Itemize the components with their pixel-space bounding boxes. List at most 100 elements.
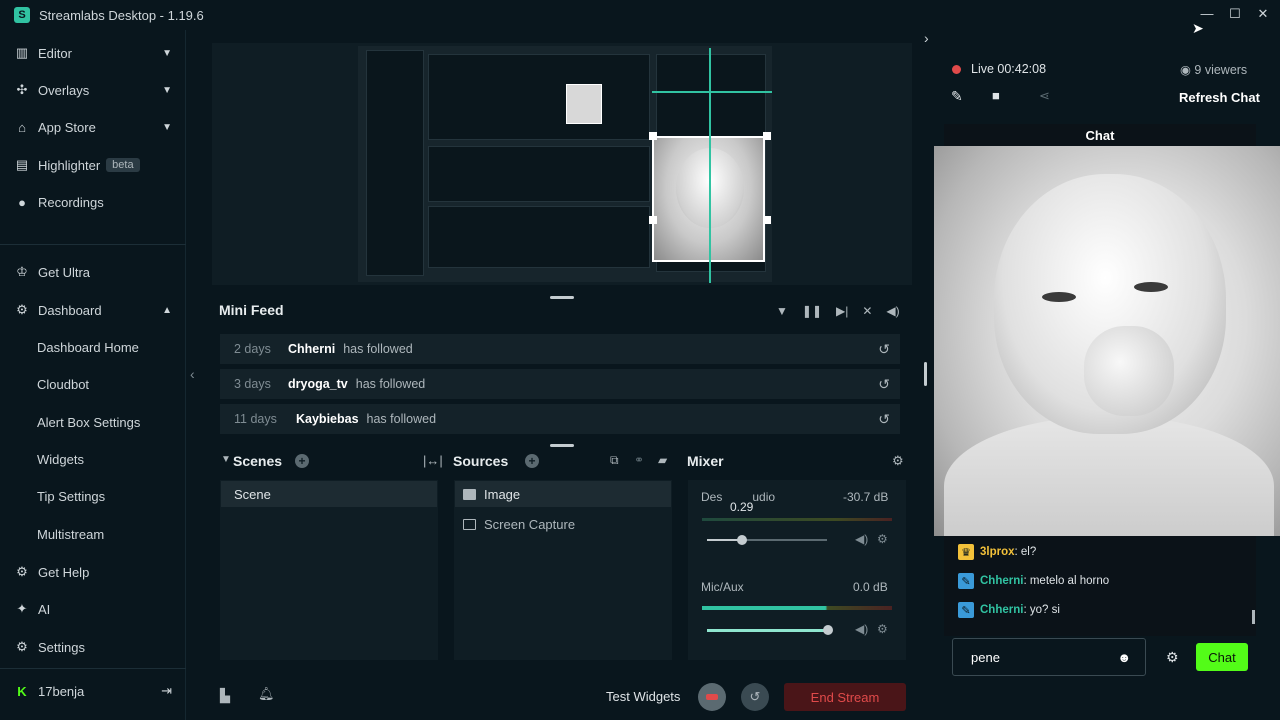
notifications-icon[interactable]: 🔔︎ (258, 686, 275, 702)
sidebar-item-dashboard[interactable]: ⚙ Dashboard ▲ (0, 295, 186, 325)
refresh-chat-button[interactable]: Refresh Chat (1179, 90, 1260, 105)
sidebar-sub-cloudbot[interactable]: Cloudbot (0, 370, 186, 398)
replay-icon[interactable]: ↺ (878, 376, 890, 393)
feed-action: has followed (355, 377, 426, 391)
collapse-sidebar-icon[interactable]: ‹ (190, 366, 195, 382)
pause-icon[interactable]: ❚❚ (802, 304, 822, 318)
resize-handle[interactable] (649, 216, 657, 224)
resize-handle[interactable] (649, 132, 657, 140)
add-source-icon[interactable]: + (525, 454, 539, 468)
source-link-icon[interactable]: ⚭ (634, 453, 644, 467)
chat-text: yo? si (1029, 604, 1060, 616)
chat-username[interactable]: 3lprox (980, 546, 1015, 558)
sidebar-user[interactable]: K 17benja ⇥ (0, 676, 186, 706)
chat-text: el? (1020, 546, 1037, 558)
feed-toolbar: ▼ ❚❚ ▶| ✕ ◀) (776, 304, 900, 318)
expand-chat-icon[interactable]: › (924, 30, 929, 46)
sidebar-sub-widgets[interactable]: Widgets (0, 445, 186, 473)
sidebar-item-label: AI (38, 601, 51, 617)
volume-slider-knob[interactable] (823, 625, 833, 635)
scenes-chevron-icon[interactable]: ▼ (221, 454, 231, 465)
volume-tooltip: 0.29 (730, 500, 754, 514)
sidebar-item-get-help[interactable]: ⚙ Get Help (0, 557, 186, 587)
channel-settings-icon[interactable]: ⚙ (877, 532, 888, 546)
source-item-image[interactable]: Image (455, 481, 671, 507)
sidebar-item-get-ultra[interactable]: ♔ Get Ultra (0, 257, 186, 287)
skip-icon[interactable]: ▶| (836, 304, 848, 318)
replay-icon[interactable]: ↺ (878, 411, 890, 428)
filter-icon[interactable]: ▼ (776, 304, 788, 318)
source-item-screen-capture[interactable]: Screen Capture (455, 511, 671, 537)
scene-item[interactable]: Scene (221, 481, 437, 507)
chat-message: ✎ Chherni: yo? si (958, 602, 1060, 618)
panel-drag-handle[interactable] (550, 444, 574, 447)
volume-slider-knob[interactable] (737, 535, 747, 545)
sidebar-item-label: Overlays (38, 82, 90, 98)
baby-body (944, 416, 1274, 536)
sidebar-item-recordings[interactable]: ● Recordings (0, 187, 186, 217)
sources-title: Sources (453, 453, 509, 469)
ai-icon: ✦ (16, 601, 28, 616)
panel-drag-handle[interactable] (550, 296, 574, 299)
sidebar-item-editor[interactable]: ▥ Editor ▼ (0, 38, 186, 68)
chat-message: ♛ 3lprox: el? (958, 544, 1036, 560)
mute-alerts-icon[interactable]: ✕ (862, 304, 872, 318)
resize-handle[interactable] (763, 216, 771, 224)
stats-icon[interactable]: ▙ (220, 688, 230, 704)
mixer-channel-db: -30.7 dB (843, 490, 889, 504)
scene-transitions-icon[interactable]: |↔| (423, 453, 443, 468)
video-icon[interactable]: ■ (992, 88, 1000, 103)
speaker-icon[interactable]: ◀) (855, 532, 868, 546)
volume-icon[interactable]: ◀) (886, 304, 899, 318)
sidebar-item-settings[interactable]: ⚙ Settings (0, 632, 186, 662)
emoji-icon[interactable]: ☻ (1117, 650, 1131, 665)
chat-settings-icon[interactable]: ⚙ (1166, 649, 1179, 666)
mixer-settings-icon[interactable]: ⚙ (892, 453, 904, 469)
speaker-icon[interactable]: ◀) (855, 622, 868, 636)
replay-icon[interactable]: ↺ (878, 341, 890, 358)
feed-action: has followed (343, 342, 413, 356)
sidebar-item-label: Editor (38, 45, 72, 61)
sidebar-sub-multistream[interactable]: Multistream (0, 520, 186, 548)
chevron-down-icon: ▼ (162, 47, 172, 59)
sidebar-item-overlays[interactable]: ✣ Overlays ▼ (0, 75, 186, 105)
add-scene-icon[interactable]: + (295, 454, 309, 468)
end-stream-button[interactable]: End Stream (784, 683, 906, 711)
share-icon[interactable]: ⋖ (1039, 88, 1050, 104)
sidebar-sub-alert-box-settings[interactable]: Alert Box Settings (0, 408, 186, 436)
resize-handle[interactable] (763, 132, 771, 140)
source-group-icon[interactable]: ⧉ (610, 453, 619, 468)
sidebar: ▥ Editor ▼ ✣ Overlays ▼ ⌂ App Store ▼ ▤ … (0, 30, 186, 720)
sidebar-sub-dashboard-home[interactable]: Dashboard Home (0, 333, 186, 361)
sidebar-item-label: Get Help (38, 564, 90, 580)
sidebar-item-highlighter[interactable]: ▤ Highlighter beta (0, 150, 186, 180)
crown-badge-icon: ♛ (958, 544, 974, 560)
feed-time: 11 days (234, 412, 277, 426)
test-widgets-label[interactable]: Test Widgets (606, 689, 680, 704)
user-name: 17benja (38, 683, 85, 699)
sidebar-item-ai[interactable]: ✦ AI (0, 594, 186, 624)
sidebar-item-label: Get Ultra (38, 264, 91, 280)
replay-buffer-button[interactable]: ↺ (741, 683, 769, 711)
sidebar-item-app-store[interactable]: ⌂ App Store ▼ (0, 112, 186, 142)
feed-row: 3 days dryoga_tv has followed ↺ (220, 369, 900, 399)
chat-username[interactable]: Chherni (980, 604, 1023, 616)
eye-icon: ◉ (1180, 63, 1195, 77)
stream-preview[interactable] (212, 43, 912, 285)
maximize-icon[interactable]: ☐ (1228, 5, 1242, 23)
chat-scrollbar[interactable] (1252, 610, 1255, 624)
chat-username[interactable]: Chherni (980, 575, 1023, 587)
channel-settings-icon[interactable]: ⚙ (877, 622, 888, 636)
nested-image (566, 84, 602, 124)
nested-feed (428, 146, 650, 202)
sidebar-sub-tip-settings[interactable]: Tip Settings (0, 482, 186, 510)
close-icon[interactable]: ✕ (1256, 5, 1270, 23)
add-folder-icon[interactable]: ▰ (658, 453, 667, 467)
chat-input[interactable]: pene ☻ (952, 638, 1146, 676)
logout-icon[interactable]: ⇥ (161, 683, 172, 699)
resize-handle[interactable] (924, 362, 927, 386)
streamlabs-logo: S (14, 7, 30, 23)
record-button[interactable] (698, 683, 726, 711)
edit-stream-icon[interactable]: ✎ (951, 88, 963, 105)
chat-send-button[interactable]: Chat (1196, 643, 1248, 671)
